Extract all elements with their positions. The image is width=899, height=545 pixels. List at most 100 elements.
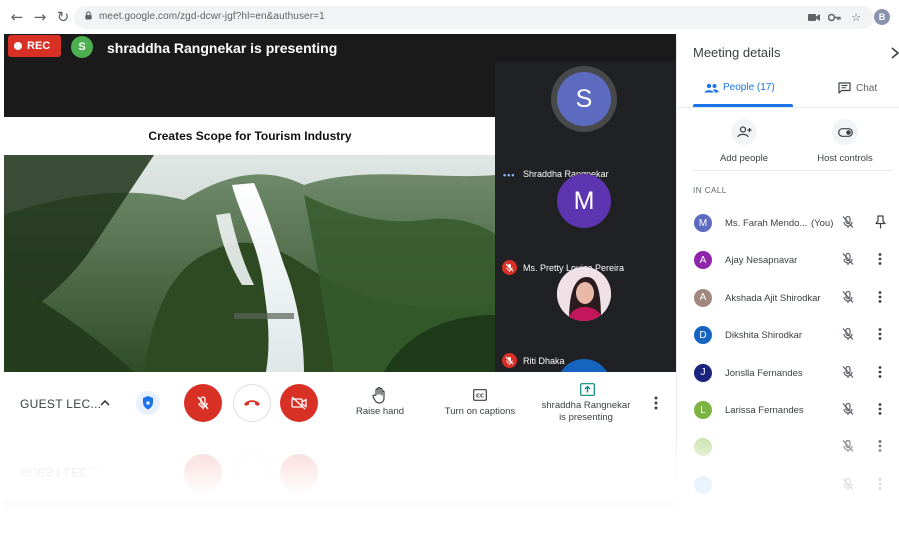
- reflection-fade: [4, 438, 676, 545]
- pin-icon[interactable]: [875, 215, 886, 229]
- chevron-up-icon[interactable]: [98, 396, 112, 410]
- reload-icon[interactable]: ↻: [54, 8, 72, 26]
- hang-up-icon: [244, 400, 260, 406]
- profile-avatar[interactable]: B: [874, 9, 890, 25]
- participant-avatar: L: [694, 401, 712, 419]
- slide-title: Creates Scope for Tourism Industry: [148, 129, 352, 143]
- presentation-slide: Creates Scope for Tourism Industry: [4, 117, 496, 372]
- participant-row[interactable]: [677, 474, 899, 504]
- tab-people-label: People (17): [723, 82, 775, 93]
- more-options-icon[interactable]: [878, 402, 882, 416]
- more-options-icon[interactable]: [878, 439, 882, 453]
- forward-icon[interactable]: →: [31, 8, 49, 26]
- mic-muted-icon: [502, 260, 517, 275]
- add-people-button[interactable]: Add people: [699, 119, 789, 164]
- participant-row[interactable]: A Ajay Nesapnavar: [677, 249, 899, 279]
- mic-muted-icon[interactable]: [841, 252, 855, 266]
- participant-name: Ajay Nesapnavar: [725, 255, 798, 267]
- mic-muted-icon: [502, 353, 517, 368]
- mic-muted-icon[interactable]: [841, 365, 855, 379]
- lock-icon: [85, 11, 92, 20]
- mic-muted-icon[interactable]: [841, 477, 855, 491]
- host-controls-label: Host controls: [817, 153, 873, 164]
- presenting-line-2[interactable]: is presenting: [536, 412, 636, 424]
- participant-row[interactable]: A Akshada Ajit Shirodkar: [677, 287, 899, 317]
- more-options-icon[interactable]: [878, 290, 882, 304]
- participant-name: Akshada Ajit Shirodkar: [725, 292, 821, 304]
- mic-toggle-button[interactable]: [184, 384, 222, 422]
- meeting-controls-bar: GUEST LEC... Raise hand CC Turn on capti…: [4, 372, 676, 438]
- mic-muted-icon[interactable]: [841, 290, 855, 304]
- tile-photo-riti[interactable]: [557, 267, 611, 321]
- tile-avatar-pretty[interactable]: M: [557, 174, 611, 228]
- present-screen-icon[interactable]: [579, 382, 595, 396]
- more-options-icon[interactable]: [654, 396, 658, 410]
- captions-icon[interactable]: CC: [472, 388, 488, 402]
- raise-hand-label[interactable]: Raise hand: [353, 406, 407, 418]
- tab-divider: [677, 107, 899, 108]
- participant-row[interactable]: M Ms. Farah Mendo... (You): [677, 212, 899, 242]
- host-controls-button[interactable]: Host controls: [800, 119, 890, 164]
- mic-off-icon: [197, 396, 209, 410]
- participant-avatar: [694, 475, 712, 494]
- participant-row[interactable]: L Larissa Fernandes: [677, 399, 899, 429]
- participant-row[interactable]: D Dikshita Shirodkar: [677, 324, 899, 354]
- participant-name: Larissa Fernandes: [725, 405, 804, 416]
- participant-name: Jonslla Fernandes: [725, 367, 803, 379]
- participant-avatar: J: [694, 363, 712, 382]
- chevron-right-icon[interactable]: [890, 46, 899, 60]
- participant-avatar: A: [694, 288, 712, 307]
- participant-name: Dikshita Shirodkar: [725, 330, 803, 342]
- in-call-heading: IN CALL: [693, 186, 727, 195]
- more-options-icon[interactable]: [878, 365, 882, 379]
- participant-tiles: S ••• Shraddha Rangnekar M Ms. Pretty Lo…: [495, 62, 676, 372]
- captions-label[interactable]: Turn on captions: [440, 406, 520, 418]
- panel-title: Meeting details: [693, 45, 781, 60]
- presenting-line-1[interactable]: shraddha Rangnekar: [536, 400, 636, 412]
- waterfall-image: [4, 155, 496, 372]
- more-options-icon[interactable]: [878, 252, 882, 266]
- mic-muted-icon[interactable]: [841, 215, 855, 229]
- presenter-avatar: S: [71, 36, 93, 58]
- back-icon[interactable]: ←: [8, 8, 26, 26]
- camera-toggle-button[interactable]: [280, 384, 318, 422]
- participant-name: Ms. Farah Mendo...: [725, 218, 808, 229]
- star-icon[interactable]: ☆: [848, 10, 864, 24]
- url-text[interactable]: meet.google.com/zgd-dcwr-jgf?hl=en&authu…: [99, 11, 325, 22]
- section-divider: [693, 170, 892, 171]
- participant-row[interactable]: J Jonslla Fernandes: [677, 362, 899, 392]
- record-dot-icon: [14, 42, 22, 50]
- browser-toolbar: ← → ↻ meet.google.com/zgd-dcwr-jgf?hl=en…: [0, 0, 899, 34]
- raise-hand-icon[interactable]: [371, 386, 389, 404]
- participant-avatar: M: [694, 214, 712, 232]
- tile-avatar-next[interactable]: [557, 359, 611, 372]
- mic-muted-icon[interactable]: [841, 439, 855, 453]
- camera-icon[interactable]: [806, 10, 822, 24]
- participant-row[interactable]: [677, 436, 899, 466]
- tile-name-riti: Riti Dhaka: [523, 356, 565, 366]
- add-person-icon: [731, 119, 757, 145]
- tab-chat[interactable]: Chat: [838, 82, 877, 94]
- more-options-icon[interactable]: [878, 327, 882, 341]
- participant-avatar: D: [694, 326, 712, 345]
- security-shield-icon[interactable]: [136, 391, 160, 415]
- mirror-reflection: GUEST LEC...: [4, 438, 676, 545]
- people-icon: [704, 83, 719, 92]
- video-off-icon: [291, 396, 307, 410]
- tab-chat-label: Chat: [856, 82, 878, 94]
- key-icon[interactable]: [826, 10, 842, 24]
- tile-avatar-shraddha[interactable]: S: [557, 72, 611, 126]
- mic-muted-icon[interactable]: [841, 327, 855, 341]
- meeting-name[interactable]: GUEST LEC...: [20, 397, 101, 411]
- more-options-icon[interactable]: [878, 477, 882, 491]
- rec-label: REC: [27, 40, 51, 52]
- you-tag: (You): [811, 218, 834, 229]
- meeting-stage: REC S shraddha Rangnekar is presenting C…: [4, 34, 676, 372]
- mic-muted-icon[interactable]: [841, 402, 855, 416]
- toggle-icon: [832, 119, 858, 145]
- meeting-details-panel: Meeting details People (17) Chat Add peo…: [676, 34, 899, 545]
- tab-people[interactable]: People (17): [704, 82, 775, 93]
- leave-call-button[interactable]: [233, 384, 271, 422]
- participant-avatar: [694, 438, 712, 457]
- chat-icon: [838, 82, 851, 94]
